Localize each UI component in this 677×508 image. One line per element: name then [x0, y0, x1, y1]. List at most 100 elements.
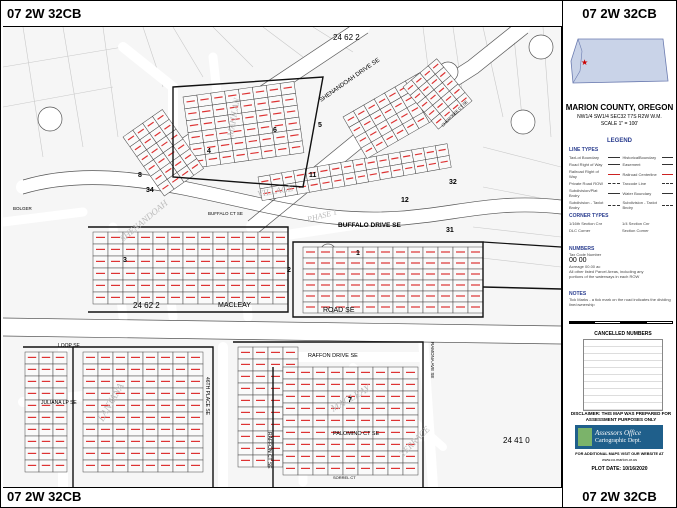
lot-number-mark [176, 428, 185, 430]
map-code-bottom-left: 07 2W 32CB [7, 489, 82, 504]
lot-number-mark [396, 262, 405, 264]
lot-number-mark [27, 428, 37, 430]
lot-number-mark [366, 251, 375, 253]
lot-number-mark [271, 363, 280, 365]
lot-number-mark [361, 407, 370, 409]
star-icon: ★ [581, 58, 588, 67]
lot-number-mark [231, 284, 240, 286]
title-panel: 07 2W 32CB ★ MARION COUNTY, OREGON NW1/4… [563, 1, 676, 507]
lot-number-mark [346, 455, 355, 457]
lot-number-mark [316, 383, 325, 385]
lot-number-mark [55, 356, 65, 358]
lot-number-mark [241, 459, 250, 461]
block-1: 1 [356, 250, 360, 257]
lot-number-mark [161, 392, 170, 394]
lot-number-mark [376, 395, 385, 397]
lot-number-mark [27, 440, 37, 442]
lot-number-mark [27, 368, 37, 370]
county-title: MARION COUNTY, OREGON [565, 103, 674, 112]
lot-number-mark [286, 363, 295, 365]
lot-number-mark [276, 236, 285, 238]
tax-lot [387, 151, 403, 167]
lot-number-mark [396, 251, 405, 253]
lot-number-mark [126, 260, 135, 262]
township-line: NW1/4 SW1/4 SEC32 T7S R2W W.M. [577, 114, 662, 120]
lot-number-mark [306, 284, 315, 286]
lot-number-mark [141, 236, 150, 238]
line-swatch [608, 173, 620, 175]
lot-number-mark [426, 306, 435, 308]
line-type-label: Easement [622, 162, 641, 167]
lot-number-mark [381, 273, 390, 275]
lot-number-mark [156, 272, 165, 274]
lot-number-mark [86, 452, 95, 454]
lot-number-mark [161, 380, 170, 382]
line-type-row: TaxLot Boundary HistoricalBoundary [569, 155, 673, 160]
lot-number-mark [176, 368, 185, 370]
lot-number-mark [171, 272, 180, 274]
lot-number-mark [336, 284, 345, 286]
lot-number-mark [411, 284, 420, 286]
lot-number-mark [41, 428, 51, 430]
line-swatch [661, 173, 673, 175]
lot-number-mark [176, 380, 185, 382]
line-type-row: Subdivision/Plat Bndry Water Boundary [569, 188, 673, 198]
lot-number-mark [321, 251, 330, 253]
lot-number-mark [256, 435, 265, 437]
lot-number-mark [381, 306, 390, 308]
lot-number-mark [101, 392, 110, 394]
lot-number-mark [216, 272, 225, 274]
lot-number-mark [306, 251, 315, 253]
oregon-locator-map: ★ [570, 38, 669, 84]
lot-number-mark [191, 416, 200, 418]
lot-number-mark [101, 440, 110, 442]
lot-number-mark [366, 262, 375, 264]
lot-number-mark [256, 387, 265, 389]
assessor-line-2: Cartographic Dept. [595, 438, 641, 444]
lot-number-mark [241, 375, 250, 377]
street-raffon-drive: RAFFON DRIVE SE [308, 353, 358, 359]
lot-number-mark [201, 284, 210, 286]
lot-number-mark [246, 248, 255, 250]
lot-number-mark [27, 416, 37, 418]
lot-number-mark [86, 392, 95, 394]
lot-number-mark [27, 464, 37, 466]
lot-number-mark [186, 296, 195, 298]
notes-line: Tick Marks - a tick mark on the road ind… [569, 297, 671, 307]
lot-number-mark [55, 452, 65, 454]
street-macleay: MACLEAY [218, 302, 251, 309]
lot-number-mark [96, 272, 105, 274]
lot-number-mark [141, 296, 150, 298]
lot-number-mark [361, 419, 370, 421]
lot-number-mark [161, 452, 170, 454]
lot-number-mark [256, 363, 265, 365]
lot-number-mark [301, 419, 310, 421]
lot-number-mark [186, 272, 195, 274]
lot-number-mark [241, 387, 250, 389]
lot-number-mark [161, 440, 170, 442]
lot-number-mark [231, 248, 240, 250]
numbers-line-5: portions of the waterways in each ROW [569, 274, 640, 279]
lot-number-mark [301, 443, 310, 445]
lot-number-mark [321, 284, 330, 286]
lot-number-mark [256, 351, 265, 353]
tax-lot-map[interactable]: 24 62 2 24 62 2 24 41 0 SHENANDOAH DRIVE… [3, 26, 562, 488]
line-swatch [608, 157, 620, 158]
lot-number-mark [126, 272, 135, 274]
tax-lot [340, 160, 355, 175]
lot-number-mark [241, 435, 250, 437]
map-frame: 07 2W 32CB 07 2W 32CB 24 62 2 24 62 2 24… [0, 0, 677, 508]
lot-number-mark [141, 260, 150, 262]
street-ramona: RAMONA AVE SE [430, 342, 435, 378]
lot-number-mark [276, 296, 285, 298]
lot-number-mark [116, 452, 125, 454]
lot-number-mark [351, 295, 360, 297]
lot-number-mark [131, 428, 140, 430]
website-link[interactable]: www.co.marion.or.us [563, 458, 676, 462]
lot-number-mark [316, 407, 325, 409]
lot-number-mark [411, 251, 420, 253]
lot-number-mark [256, 399, 265, 401]
lot-number-mark [96, 236, 105, 238]
lot-number-mark [141, 248, 150, 250]
lot-number-mark [396, 295, 405, 297]
